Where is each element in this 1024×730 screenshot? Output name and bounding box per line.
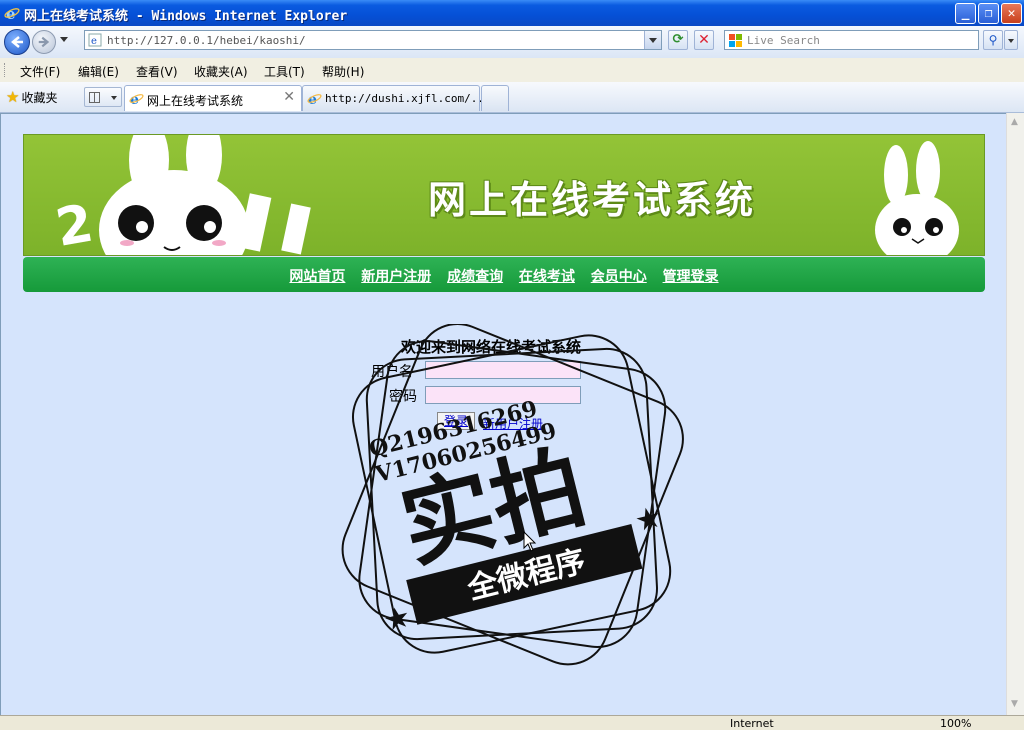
username-label: 用户名 [371,364,413,380]
watermark-ribbon-text: 全微程序 [463,544,589,607]
welcome-heading: 欢迎来到网络在线考试系统 [401,338,582,356]
ie-page-icon: e [129,92,144,106]
password-label: 密码 [389,389,417,405]
site-nav: 网站首页 新用户注册 成绩查询 在线考试 会员中心 管理登录 [23,257,985,292]
menu-tools[interactable]: 工具(T) [264,63,305,80]
nav-score-query[interactable]: 成绩查询 [447,266,503,286]
menu-help[interactable]: 帮助(H) [322,63,364,80]
address-toolbar: e http://127.0.0.1/hebei/kaoshi/ ⟳ ✕ Liv… [0,26,1024,59]
watermark-big-text: 实拍 [391,433,595,581]
menu-file[interactable]: 文件(F) [20,63,60,80]
back-arrow-icon [11,36,23,48]
login-button[interactable]: 登录 [437,412,476,430]
tab-label: 网上在线考试系统 [147,94,244,108]
ie-logo-icon: e [4,5,20,21]
watermark-star-right-icon: ★ [634,502,665,537]
svg-text:e: e [91,36,97,47]
close-button[interactable]: ✕ [1001,3,1022,24]
nav-admin-login[interactable]: 管理登录 [663,266,719,286]
address-url: http://127.0.0.1/hebei/kaoshi/ [107,34,306,47]
tab-bar: ★ 收藏夹 e 网上在线考试系统 ✕ e http://dushi.xjfl.co… [0,82,1024,113]
search-placeholder: Live Search [747,34,820,47]
nav-register[interactable]: 新用户注册 [361,266,431,286]
history-dropdown-icon[interactable] [60,37,68,42]
address-dropdown-button[interactable] [644,31,661,49]
zoom-level[interactable]: 100% [940,717,971,730]
quick-tabs-button[interactable] [84,87,122,107]
stop-button[interactable]: ✕ [694,30,714,50]
nav-member-center[interactable]: 会员中心 [591,266,647,286]
watermark-star-left-icon: ★ [382,602,413,637]
back-button[interactable] [4,29,30,55]
search-options-button[interactable] [1004,30,1018,50]
tab-kaoshi[interactable]: e 网上在线考试系统 ✕ [124,85,302,111]
tab-list-dropdown-icon [111,96,117,100]
favorites-star-icon: ★ [6,88,20,106]
status-bar: Internet 100% [0,715,1024,730]
stop-icon: ✕ [698,32,710,48]
mouse-cursor-icon [523,531,537,552]
favorites-label: 收藏夹 [21,90,58,105]
vertical-scrollbar[interactable]: ▲ ▼ [1006,113,1024,715]
menu-bar: 文件(F) 编辑(E) 查看(V) 收藏夹(A) 工具(T) 帮助(H) [0,58,1024,83]
menu-view[interactable]: 查看(V) [136,63,178,80]
forward-arrow-icon [38,36,50,48]
new-tab-button[interactable] [481,85,509,111]
tab-close-icon[interactable]: ✕ [283,89,295,105]
title-bar: e 网上在线考试系统 - Windows Internet Explorer _… [0,0,1024,26]
page-icon: e [88,33,102,47]
scroll-down-icon[interactable]: ▼ [1011,699,1018,709]
quick-tabs-icon [89,92,100,103]
search-button[interactable]: ⚲ [983,30,1003,50]
toolbar-grip[interactable] [4,63,7,77]
site-banner: 2 网上在线考试系统 [23,134,985,256]
password-field[interactable] [425,386,581,404]
minimize-button[interactable]: _ [955,3,976,24]
magnifier-icon: ⚲ [988,33,998,47]
nav-online-exam[interactable]: 在线考试 [519,266,575,286]
ie-page-icon: e [307,92,322,106]
forward-button[interactable] [32,30,56,54]
windows-live-icon [729,34,742,47]
favorites-button[interactable]: ★ 收藏夹 [6,88,57,106]
maximize-button[interactable]: ❐ [978,3,999,24]
menu-edit[interactable]: 编辑(E) [78,63,119,80]
page-viewport: 2 网上在线考试系统 网站首页 新用户注册 成绩查询 在线考试 会员中心 管理登… [0,113,1006,715]
tab-dushi[interactable]: e http://dushi.xjfl.com/... [302,85,491,111]
banner-title: 网上在线考试系统 [428,178,757,222]
search-input[interactable]: Live Search [724,30,979,50]
refresh-icon: ⟳ [672,32,684,47]
svg-text:2: 2 [51,194,97,256]
refresh-button[interactable]: ⟳ [668,30,688,50]
tab-label: http://dushi.xjfl.com/... [325,92,491,105]
username-field[interactable] [425,361,581,379]
security-zone: Internet [730,717,774,730]
scroll-up-icon[interactable]: ▲ [1011,117,1018,127]
register-link[interactable]: 新用户注册 [483,415,543,432]
menu-favorites[interactable]: 收藏夹(A) [194,63,248,80]
window-title: 网上在线考试系统 - Windows Internet Explorer [24,9,348,24]
nav-home[interactable]: 网站首页 [289,266,345,286]
address-field[interactable]: e http://127.0.0.1/hebei/kaoshi/ [84,30,662,50]
